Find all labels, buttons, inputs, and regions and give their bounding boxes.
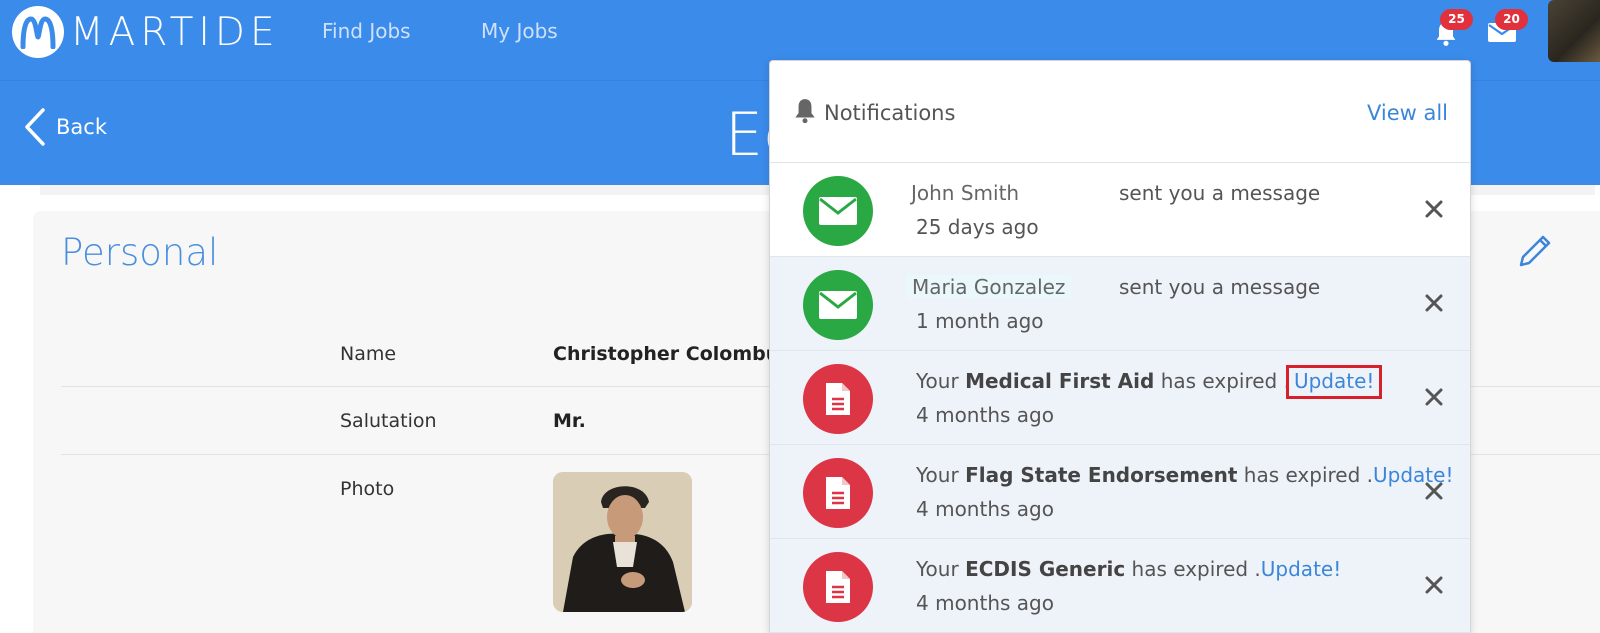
view-all-link[interactable]: View all [1367, 101, 1448, 125]
notification-time: 25 days ago [916, 215, 1039, 239]
document-icon [803, 458, 873, 528]
notification-action: sent you a message [1119, 181, 1321, 205]
brand-logo[interactable]: MARTIDE [12, 6, 280, 58]
messages-count-badge: 20 [1495, 9, 1528, 30]
notification-message: Your Flag State Endorsement has expired … [916, 463, 1453, 487]
chevron-left-icon [25, 108, 45, 146]
notifications-count-badge: 25 [1440, 9, 1473, 30]
field-label-photo: Photo [340, 478, 395, 500]
pencil-icon [1519, 235, 1551, 267]
notification-time: 4 months ago [916, 591, 1054, 615]
notification-time: 1 month ago [916, 309, 1044, 333]
notification-time: 4 months ago [916, 403, 1054, 427]
message-prefix: Your [916, 463, 959, 487]
close-icon[interactable] [1424, 293, 1444, 313]
notification-time: 4 months ago [916, 497, 1054, 521]
notification-message: Your ECDIS Generic has expired .Update! [916, 557, 1341, 581]
message-suffix: has expired . [1160, 369, 1290, 393]
field-value-name: Christopher Colombu [553, 343, 780, 365]
notification-sender[interactable]: John Smith [911, 181, 1019, 205]
messages-button[interactable]: 20 [1487, 9, 1528, 44]
envelope-icon [803, 270, 873, 340]
profile-photo [553, 472, 692, 612]
edit-button[interactable] [1515, 231, 1555, 275]
document-icon [803, 364, 873, 434]
notification-item[interactable]: Your Medical First Aid has expired . Upda… [770, 351, 1470, 445]
close-icon[interactable] [1424, 199, 1444, 219]
notifications-dropdown: Notifications View all John Smith sent y… [769, 60, 1471, 633]
message-suffix: has expired . [1243, 463, 1374, 487]
message-prefix: Your [916, 369, 959, 393]
close-icon[interactable] [1424, 575, 1444, 595]
bell-icon [795, 99, 815, 124]
section-title: Personal [61, 231, 219, 274]
notification-sender[interactable]: Maria Gonzalez [906, 275, 1072, 299]
close-icon[interactable] [1424, 387, 1444, 407]
update-link[interactable]: Update! [1261, 557, 1341, 581]
document-name: Flag State Endorsement [965, 463, 1238, 487]
document-name: ECDIS Generic [965, 557, 1126, 581]
user-avatar[interactable] [1548, 0, 1600, 62]
message-prefix: Your [916, 557, 959, 581]
notifications-bell-button[interactable]: 25 [1432, 9, 1473, 46]
back-button[interactable]: Back [24, 108, 107, 146]
notification-item[interactable]: John Smith sent you a message 25 days ag… [770, 163, 1470, 257]
notifications-header: Notifications View all [770, 61, 1470, 163]
field-label-name: Name [340, 343, 397, 365]
field-label-salutation: Salutation [340, 410, 437, 432]
brand-name: MARTIDE [70, 9, 280, 55]
notification-message: Your Medical First Aid has expired . Upda… [916, 365, 1383, 399]
message-suffix: has expired . [1131, 557, 1261, 581]
notifications-title: Notifications [824, 101, 956, 125]
notification-item[interactable]: Your ECDIS Generic has expired .Update! … [770, 539, 1470, 633]
notification-action: sent you a message [1119, 275, 1321, 299]
close-icon[interactable] [1424, 481, 1444, 501]
document-icon [803, 552, 873, 622]
envelope-icon [803, 176, 873, 246]
document-name: Medical First Aid [965, 369, 1155, 393]
nav-my-jobs[interactable]: My Jobs [481, 19, 558, 43]
logo-m-icon [12, 6, 64, 58]
notification-item[interactable]: Maria Gonzalez sent you a message 1 mont… [770, 257, 1470, 351]
back-label: Back [56, 115, 107, 139]
nav-find-jobs[interactable]: Find Jobs [322, 19, 411, 43]
field-value-salutation: Mr. [553, 410, 586, 432]
update-link[interactable]: Update! [1285, 365, 1383, 399]
notification-item[interactable]: Your Flag State Endorsement has expired … [770, 445, 1470, 539]
